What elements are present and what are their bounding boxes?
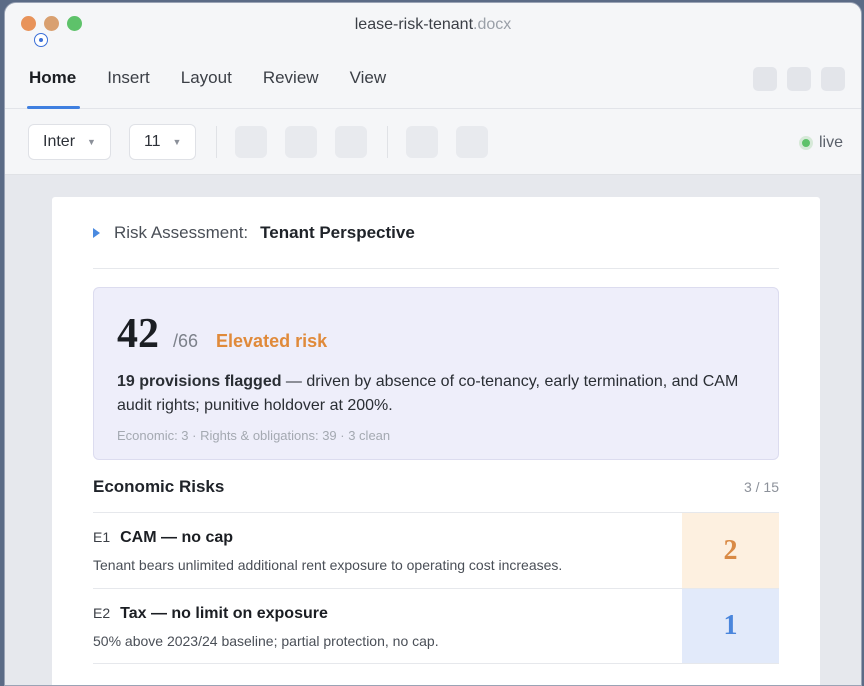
document-extension: .docx: [473, 16, 512, 33]
summary-meta: Economic: 3 · Rights & obligations: 39 ·…: [117, 428, 391, 443]
ribbon-action-button[interactable]: [821, 67, 845, 91]
title-bar: lease-risk-tenant.docx: [5, 3, 861, 47]
document-title: lease-risk-tenant.docx: [355, 16, 512, 34]
ribbon-tabs: Home Insert Layout Review View: [5, 47, 861, 109]
font-family-select[interactable]: Inter ▼: [28, 123, 111, 160]
chevron-down-icon: ▼: [172, 136, 182, 147]
risk-item-heading: E2 Tax — no limit on exposure: [93, 605, 682, 623]
format-button[interactable]: [456, 125, 489, 158]
summary-text: 19 provisions flagged — driven by absenc…: [117, 370, 755, 418]
cursor-target-icon: [34, 33, 48, 47]
risk-score: 42: [117, 311, 159, 357]
format-button[interactable]: [285, 125, 318, 158]
minimize-window-button[interactable]: [44, 16, 59, 31]
risk-item-title: CAM — no cap: [120, 529, 234, 546]
live-indicator-icon: [798, 136, 813, 150]
section-value: Tenant Perspective: [260, 222, 415, 242]
document-name: lease-risk-tenant: [354, 16, 474, 33]
risk-item-description: 50% above 2023/24 baseline; partial prot…: [93, 633, 439, 649]
score-row: 42 /66 Elevated risk: [117, 310, 755, 358]
risk-item-code: E1: [93, 529, 111, 545]
format-button[interactable]: [406, 125, 439, 158]
format-button[interactable]: [335, 125, 368, 158]
risk-item-score: 1: [682, 589, 779, 663]
format-toolbar: Inter ▼ 11 ▼ live: [5, 109, 861, 175]
document-canvas: Risk Assessment: Tenant Perspective 42 /…: [5, 175, 861, 685]
tab-home[interactable]: Home: [26, 47, 81, 109]
economic-risks-count: 3 / 15: [743, 479, 779, 495]
risk-summary-card: 42 /66 Elevated risk 19 provisions flagg…: [93, 287, 779, 460]
app-window: lease-risk-tenant.docx Home Insert Layou…: [4, 2, 862, 686]
tab-view[interactable]: View: [350, 47, 387, 109]
ribbon-actions: [753, 67, 845, 91]
close-window-button[interactable]: [21, 16, 36, 31]
risk-item-body: E1 CAM — no cap Tenant bears unlimited a…: [93, 513, 682, 588]
window-controls: [21, 16, 82, 31]
risk-item-score: 2: [682, 513, 779, 588]
font-size-value: 11: [143, 132, 161, 150]
tab-insert[interactable]: Insert: [107, 47, 150, 109]
chevron-down-icon: ▼: [87, 136, 96, 147]
document-page: Risk Assessment: Tenant Perspective 42 /…: [52, 197, 820, 685]
risk-item-body: E2 Tax — no limit on exposure 50% above …: [93, 589, 682, 663]
live-status-label: live: [818, 134, 843, 151]
risk-item[interactable]: E2 Tax — no limit on exposure 50% above …: [93, 588, 779, 664]
toolbar-divider: [216, 125, 218, 158]
section-label: Risk Assessment:: [114, 222, 249, 242]
maximize-window-button[interactable]: [67, 16, 82, 31]
toolbar-divider: [387, 125, 389, 158]
risk-item-description: Tenant bears unlimited additional rent e…: [93, 557, 563, 573]
economic-risks-title: Economic Risks: [93, 477, 225, 496]
font-family-value: Inter: [43, 132, 76, 150]
expand-triangle-icon[interactable]: [93, 227, 100, 238]
economic-risks-header: Economic Risks 3 / 15: [93, 462, 779, 512]
ribbon-action-button[interactable]: [753, 67, 777, 91]
risk-item-heading: E1 CAM — no cap: [93, 529, 682, 547]
tab-review[interactable]: Review: [263, 47, 319, 109]
section-header[interactable]: Risk Assessment: Tenant Perspective: [93, 197, 779, 269]
ribbon-action-button[interactable]: [787, 67, 811, 91]
risk-item-code: E2: [93, 605, 111, 621]
summary-headline: 19 provisions flagged: [117, 373, 282, 390]
format-button[interactable]: [235, 125, 268, 158]
risk-item[interactable]: E1 CAM — no cap Tenant bears unlimited a…: [93, 512, 779, 588]
economic-risks-list: E1 CAM — no cap Tenant bears unlimited a…: [93, 512, 779, 664]
font-size-select[interactable]: 11 ▼: [128, 123, 197, 160]
risk-level-badge: Elevated risk: [216, 331, 328, 351]
risk-item-title: Tax — no limit on exposure: [120, 605, 328, 622]
tab-layout[interactable]: Layout: [181, 47, 232, 109]
risk-score-max: /66: [173, 331, 199, 351]
live-status: live: [798, 134, 843, 152]
